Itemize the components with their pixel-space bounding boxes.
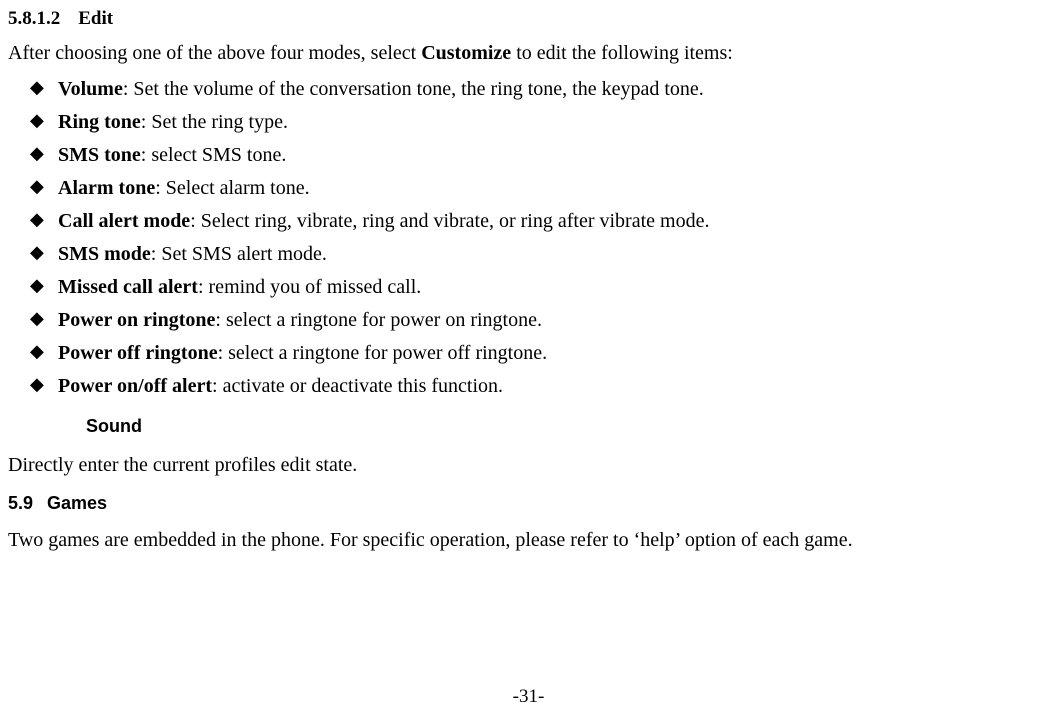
item-term: SMS tone (58, 144, 141, 166)
item-desc: : Set the volume of the conversation ton… (123, 78, 704, 100)
intro-text-before: After choosing one of the above four mod… (8, 42, 421, 64)
list-item: Ring tone: Set the ring type. (38, 106, 1049, 138)
list-item: Missed call alert: remind you of missed … (38, 271, 1049, 303)
games-section-number: 5.9 (8, 491, 33, 516)
games-section-heading: 5.9 Games (8, 491, 1049, 516)
edit-items-list: Volume: Set the volume of the conversati… (8, 73, 1049, 402)
item-desc: : select a ringtone for power on rington… (215, 309, 542, 331)
edit-section-number: 5.8.1.2 (8, 6, 60, 33)
item-desc: : Select alarm tone. (155, 177, 309, 199)
intro-bold-customize: Customize (421, 42, 511, 64)
list-item: Power on ringtone: select a ringtone for… (38, 304, 1049, 336)
list-item: Power on/off alert: activate or deactiva… (38, 370, 1049, 402)
list-item: Volume: Set the volume of the conversati… (38, 73, 1049, 105)
item-term: Volume (58, 78, 123, 100)
item-term: Power on ringtone (58, 309, 215, 331)
edit-section-title: Edit (78, 8, 113, 29)
item-desc: : remind you of missed call. (198, 276, 421, 298)
list-item: SMS tone: select SMS tone. (38, 139, 1049, 171)
sound-text: Directly enter the current profiles edit… (8, 451, 1049, 479)
item-desc: : select a ringtone for power off ringto… (218, 342, 548, 364)
page-number: -31- (8, 684, 1049, 711)
item-desc: : select SMS tone. (141, 144, 287, 166)
list-item: Alarm tone: Select alarm tone. (38, 172, 1049, 204)
sound-heading: Sound (86, 414, 1049, 439)
games-text: Two games are embedded in the phone. For… (8, 526, 1049, 554)
item-desc: : Select ring, vibrate, ring and vibrate… (190, 210, 709, 232)
item-term: Power off ringtone (58, 342, 218, 364)
item-term: SMS mode (58, 243, 151, 265)
item-term: Missed call alert (58, 276, 198, 298)
item-desc: : activate or deactivate this function. (212, 375, 503, 397)
games-section-title: Games (47, 493, 107, 513)
list-item: Power off ringtone: select a ringtone fo… (38, 337, 1049, 369)
item-desc: : Set SMS alert mode. (151, 243, 327, 265)
edit-section-heading: 5.8.1.2 Edit (8, 6, 1049, 33)
item-term: Alarm tone (58, 177, 155, 199)
edit-intro-paragraph: After choosing one of the above four mod… (8, 39, 1049, 67)
list-item: Call alert mode: Select ring, vibrate, r… (38, 205, 1049, 237)
item-term: Power on/off alert (58, 375, 212, 397)
intro-text-after: to edit the following items: (511, 42, 733, 64)
item-desc: : Set the ring type. (141, 111, 288, 133)
list-item: SMS mode: Set SMS alert mode. (38, 238, 1049, 270)
item-term: Ring tone (58, 111, 141, 133)
item-term: Call alert mode (58, 210, 190, 232)
